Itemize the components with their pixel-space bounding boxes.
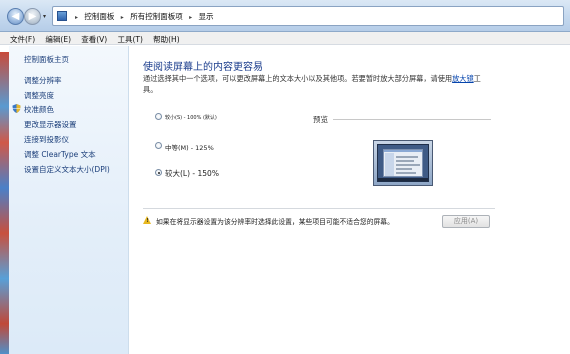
menu-help[interactable]: 帮助(H) <box>149 32 184 45</box>
sidebar-item-custom-dpi[interactable]: 设置自定义文本大小(DPI) <box>24 164 110 175</box>
menu-edit[interactable]: 编辑(E) <box>41 32 75 45</box>
page-description: 通过选择其中一个选项，可以更改屏幕上的文本大小以及其他项。若要暂时放大部分屏幕，… <box>143 73 495 95</box>
menu-bar: 文件(F) 编辑(E) 查看(V) 工具(T) 帮助(H) <box>0 32 570 45</box>
sidebar-item-brightness[interactable]: 调整亮度 <box>24 90 54 101</box>
address-bar-area: ◀ ▶ ▾ ▸ 控制面板 ▸ 所有控制面板项 ▸ 显示 <box>0 0 570 32</box>
sidebar-item-resolution[interactable]: 调整分辨率 <box>24 75 62 86</box>
forward-button[interactable]: ▶ <box>24 8 41 25</box>
monitor-preview-icon <box>373 140 433 186</box>
sidebar-item-home[interactable]: 控制面板主页 <box>24 54 69 65</box>
description-text: 通过选择其中一个选项，可以更改屏幕上的文本大小以及其他项。若要暂时放大部分屏幕，… <box>143 74 453 83</box>
size-smaller-radio[interactable] <box>155 113 162 120</box>
preview-label: 预览 <box>313 115 328 124</box>
breadcrumb: ▸ 控制面板 ▸ 所有控制面板项 ▸ 显示 <box>71 11 214 22</box>
menu-file[interactable]: 文件(F) <box>6 32 39 45</box>
magnifier-link[interactable]: 放大镜 <box>452 74 474 83</box>
shield-icon <box>12 104 21 113</box>
breadcrumb-all-items[interactable]: 所有控制面板项 <box>130 12 183 21</box>
page-title: 使阅读屏幕上的内容更容易 <box>143 62 263 73</box>
sidebar-item-display-settings[interactable]: 更改显示器设置 <box>24 119 77 130</box>
size-medium-label[interactable]: 中等(M) - 125% <box>165 142 214 152</box>
size-medium-radio[interactable] <box>155 142 162 149</box>
size-smaller-label[interactable]: 较小(S) - 100% (默认) <box>165 114 217 121</box>
size-larger-label[interactable]: 较大(L) - 150% <box>165 168 219 179</box>
control-panel-window: ◀ ▶ ▾ ▸ 控制面板 ▸ 所有控制面板项 ▸ 显示 文件(F) 编辑(E) … <box>0 0 570 354</box>
chevron-right-icon[interactable]: ▸ <box>75 14 78 21</box>
warning-icon-mark: ! <box>146 218 149 224</box>
preview-divider <box>333 119 491 120</box>
sidebar-item-projector[interactable]: 连接到投影仪 <box>24 134 69 145</box>
sidebar-item-calibrate-color[interactable]: 校准颜色 <box>24 104 54 115</box>
address-field[interactable]: ▸ 控制面板 ▸ 所有控制面板项 ▸ 显示 <box>52 6 564 26</box>
apply-button[interactable]: 应用(A) <box>442 215 490 228</box>
menu-tools[interactable]: 工具(T) <box>113 32 146 45</box>
sidebar: 控制面板主页 调整分辨率 调整亮度 校准颜色 更改显示器设置 连接到投影仪 调整… <box>9 46 129 354</box>
breadcrumb-display[interactable]: 显示 <box>199 12 214 21</box>
sidebar-item-cleartype[interactable]: 调整 ClearType 文本 <box>24 149 96 160</box>
chevron-right-icon[interactable]: ▸ <box>189 14 192 21</box>
control-panel-icon <box>57 11 67 21</box>
main-content: 使阅读屏幕上的内容更容易 通过选择其中一个选项，可以更改屏幕上的文本大小以及其他… <box>130 46 570 354</box>
recent-pages-dropdown-icon[interactable]: ▾ <box>43 13 46 20</box>
back-button[interactable]: ◀ <box>7 8 24 25</box>
breadcrumb-control-panel[interactable]: 控制面板 <box>84 12 114 21</box>
size-larger-radio[interactable] <box>155 169 162 176</box>
menu-view[interactable]: 查看(V) <box>77 32 111 45</box>
chevron-right-icon[interactable]: ▸ <box>121 14 124 21</box>
desktop-background <box>0 52 9 354</box>
warning-divider <box>143 208 495 209</box>
warning-text: 如果在将显示器设置为该分辨率时选择此设置，某些项目可能不适合您的屏幕。 <box>156 218 394 226</box>
